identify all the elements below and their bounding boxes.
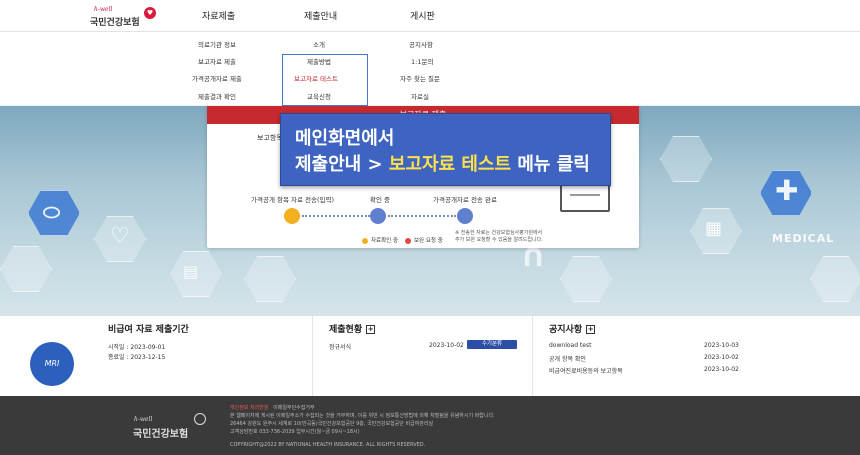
menu-item-archive[interactable]: 자료실 bbox=[411, 91, 429, 101]
step-label-check: 확인 중 bbox=[370, 196, 391, 204]
nav-submit-guide[interactable]: 제출안내 bbox=[304, 9, 337, 22]
logo-brand-small: h-well bbox=[94, 6, 113, 13]
privacy-policy-link[interactable]: 개인정보 처리방침 bbox=[230, 405, 268, 411]
footer-links: 개인정보 처리방침 이메일무단수집거부 bbox=[230, 404, 315, 411]
footer-copyright: COPYRIGHT@2022 BY NATIONAL HEALTH INSURA… bbox=[230, 442, 426, 448]
plus-icon: + bbox=[586, 325, 596, 334]
step-label-complete: 가격공개자료 전송 완료 bbox=[433, 196, 497, 204]
hexagon-shape bbox=[660, 136, 712, 182]
site-footer: h-well 국민건강보험 개인정보 처리방침 이메일무단수집거부 본 웹페이지… bbox=[0, 396, 860, 455]
hexagon-shape bbox=[560, 256, 612, 302]
medical-cross-icon: ✚ bbox=[775, 174, 799, 207]
panel-submit-status: 제출현황 + 정규서식 2023-10-02 수기분류 bbox=[312, 316, 532, 396]
menu-item-institution-info[interactable]: 의료기관 정보 bbox=[198, 39, 236, 49]
step-connector bbox=[302, 215, 370, 217]
legend-supplement: 보완 요청 중 bbox=[405, 236, 443, 244]
status-row-date: 2023-10-02 bbox=[429, 342, 464, 349]
heart-logo-icon: ♥ bbox=[144, 7, 156, 19]
heart-pulse-icon: ♡ bbox=[110, 224, 130, 249]
panel-submit-period: 비급여 자료 제출기간 시작일 : 2023-09-01 종료일 : 2023-… bbox=[92, 316, 312, 396]
notice-row[interactable]: 비급여진료비용등의 보고항목 bbox=[549, 366, 623, 375]
notice-row[interactable]: download test bbox=[549, 342, 591, 349]
footer-line-1: 본 웹페이지에 게시된 이메일주소가 수집되는 것을 거부하며, 이를 위반 시… bbox=[230, 413, 495, 419]
panel-title-notice[interactable]: 공지사항 + bbox=[549, 322, 596, 335]
menu-highlight-box bbox=[282, 54, 368, 106]
notice-row[interactable]: 공개 항목 확인 bbox=[549, 354, 586, 363]
mri-badge: MRI bbox=[30, 342, 74, 386]
footer-heart-icon bbox=[194, 413, 206, 425]
step-dot-input bbox=[284, 208, 300, 224]
menu-item-report-submit[interactable]: 보고자료 제출 bbox=[198, 56, 236, 66]
menu-item-notice[interactable]: 공지사항 bbox=[409, 39, 433, 49]
menu-item-price-submit[interactable]: 가격공개자료 제출 bbox=[192, 73, 242, 83]
panel-title-period: 비급여 자료 제출기간 bbox=[108, 325, 189, 335]
notice-date: 2023-10-02 bbox=[704, 354, 739, 361]
hexagon-shape bbox=[0, 246, 52, 292]
panel-notice: 공지사항 + download test 2023-10-03 공개 항목 확인 … bbox=[532, 316, 752, 396]
footer-line-3: 고객상담번호 033-736-2039 업무시간(월~금 09시~18시) bbox=[230, 429, 360, 435]
instruction-callout: 메인화면에서 제출안내 > 보고자료 테스트 메뉴 클릭 bbox=[280, 113, 611, 186]
step-connector bbox=[388, 215, 456, 217]
report-item-label: 보고항목 bbox=[257, 134, 283, 142]
step-label-input: 가격공개 항목 자료 전송(입력) bbox=[251, 196, 335, 204]
panel-title-status[interactable]: 제출현황 + bbox=[329, 322, 376, 335]
mega-menu: 의료기관 정보 보고자료 제출 가격공개자료 제출 제출결과 확인 소개 제출방… bbox=[0, 32, 860, 106]
callout-line-1: 메인화면에서 bbox=[295, 128, 395, 149]
email-refusal-link[interactable]: 이메일무단수집거부 bbox=[273, 405, 314, 411]
info-panels: 비급여 자료 제출기간 시작일 : 2023-09-01 종료일 : 2023-… bbox=[92, 316, 752, 396]
callout-line-2: 제출안내 > 보고자료 테스트 메뉴 클릭 bbox=[295, 154, 590, 175]
menu-item-faq[interactable]: 자주 찾는 질문 bbox=[400, 73, 440, 83]
footer-logo-small: h-well bbox=[134, 416, 153, 423]
plus-icon: + bbox=[366, 325, 376, 334]
status-row-label[interactable]: 정규서식 bbox=[329, 342, 351, 351]
notice-date: 2023-10-03 bbox=[704, 342, 739, 349]
legend-checking: 자료확인 중 bbox=[362, 236, 398, 244]
logo-brand-text: 국민건강보험 bbox=[90, 18, 140, 28]
medical-label: MEDICAL bbox=[772, 232, 835, 245]
period-start: 시작일 : 2023-09-01 bbox=[108, 344, 166, 351]
notice-date: 2023-10-02 bbox=[704, 366, 739, 373]
capsule-icon: ⬭ bbox=[43, 200, 61, 224]
status-badge: 수기분류 bbox=[467, 340, 517, 349]
footer-line-2: 26464 강원도 원주시 세계로 10(반곡동)국민건강보험공단 9층, 국민… bbox=[230, 421, 434, 427]
top-navigation: h-well 국민건강보험 ♥ 자료제출 제출안내 게시판 bbox=[0, 0, 860, 32]
menu-item-inquiry[interactable]: 1:1문의 bbox=[411, 56, 433, 66]
hexagon-shape bbox=[810, 256, 860, 302]
step-dot-complete bbox=[457, 208, 473, 224]
process-note: ※ 전송한 자료는 건강보험심사평가원에서 추가 보완 요청할 수 있음을 알려… bbox=[455, 230, 543, 243]
footer-logo-text: 국민건강보험 bbox=[133, 429, 189, 440]
nav-data-submit[interactable]: 자료제출 bbox=[202, 9, 235, 22]
site-logo[interactable]: h-well 국민건강보험 ♥ bbox=[90, 6, 160, 28]
nav-board[interactable]: 게시판 bbox=[410, 9, 435, 22]
menu-item-submit-result[interactable]: 제출결과 확인 bbox=[198, 91, 236, 101]
menu-item-intro[interactable]: 소개 bbox=[313, 39, 325, 49]
clipboard-icon: ▦ bbox=[705, 218, 723, 239]
hexagon-shape bbox=[244, 256, 296, 302]
period-end: 종료일 : 2023-12-15 bbox=[108, 354, 166, 361]
medical-report-icon: ▤ bbox=[183, 262, 199, 281]
step-dot-check bbox=[370, 208, 386, 224]
